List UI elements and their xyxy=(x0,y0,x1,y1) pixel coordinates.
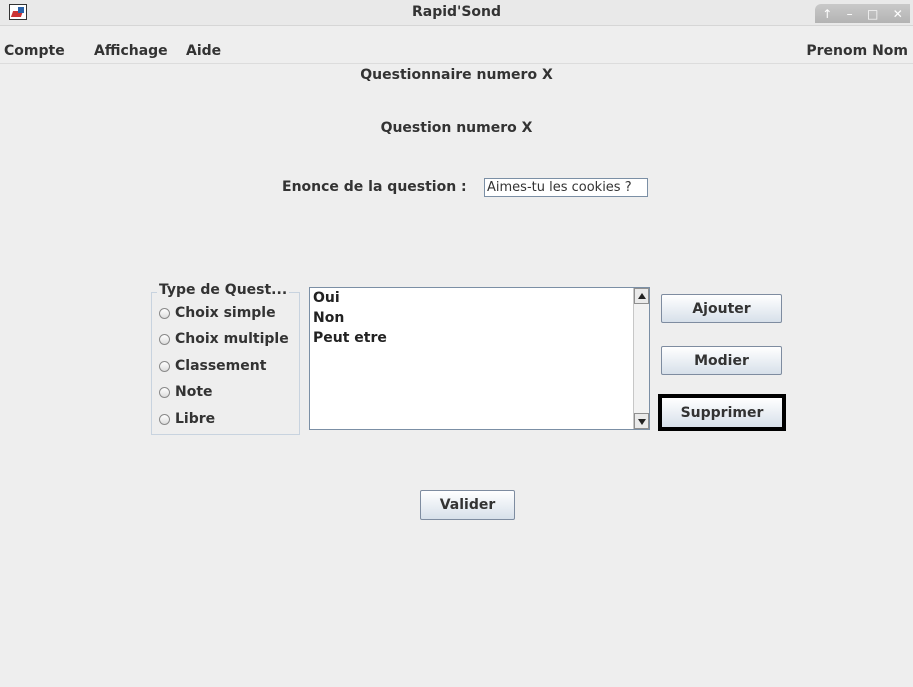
radio-circle-icon xyxy=(159,333,170,345)
radio-circle-icon xyxy=(159,307,170,319)
list-item[interactable]: Peut etre xyxy=(313,330,387,346)
questionnaire-title: Questionnaire numero X xyxy=(360,67,553,83)
menu-compte[interactable]: Compte xyxy=(4,43,65,59)
radio-choix-multiple[interactable]: Choix multiple xyxy=(159,331,289,347)
scroll-up-arrow-icon[interactable] xyxy=(634,288,649,304)
radio-choix-simple[interactable]: Choix simple xyxy=(159,305,276,321)
menu-bar: Compte Affichage Aide Prenom Nom xyxy=(0,41,913,64)
list-item[interactable]: Non xyxy=(313,310,344,326)
validate-button[interactable]: Valider xyxy=(420,490,515,520)
maximize-icon[interactable]: □ xyxy=(867,7,878,21)
menu-affichage[interactable]: Affichage xyxy=(94,43,168,59)
user-menu[interactable]: Prenom Nom xyxy=(806,43,908,59)
modify-button[interactable]: Modier xyxy=(661,346,782,375)
radio-circle-icon xyxy=(159,360,170,372)
enonce-label: Enonce de la question : xyxy=(282,179,467,195)
window-title: Rapid'Sond xyxy=(411,4,502,20)
add-button[interactable]: Ajouter xyxy=(661,294,782,323)
question-title: Question numero X xyxy=(380,120,533,136)
list-item[interactable]: Oui xyxy=(313,290,340,306)
menu-aide[interactable]: Aide xyxy=(186,43,221,59)
radio-classement[interactable]: Classement xyxy=(159,358,266,374)
minimize-icon[interactable]: – xyxy=(847,7,853,21)
radio-label: Choix simple xyxy=(175,305,276,321)
radio-note[interactable]: Note xyxy=(159,384,213,400)
delete-button[interactable]: Supprimer xyxy=(658,394,786,431)
answers-list[interactable]: Oui Non Peut etre xyxy=(309,287,650,430)
close-icon[interactable]: ✕ xyxy=(893,7,903,21)
window-controls: ↑ – □ ✕ xyxy=(815,4,910,23)
vertical-scrollbar[interactable] xyxy=(633,288,649,429)
radio-label: Choix multiple xyxy=(175,331,289,347)
enonce-input[interactable]: Aimes-tu les cookies ? xyxy=(484,178,648,197)
title-bar: Rapid'Sond ↑ – □ ✕ xyxy=(0,0,913,26)
radio-circle-icon xyxy=(159,386,170,398)
scroll-down-arrow-icon[interactable] xyxy=(634,413,649,429)
radio-label: Classement xyxy=(175,358,267,374)
restore-up-icon[interactable]: ↑ xyxy=(822,7,832,21)
radio-circle-icon xyxy=(159,413,170,425)
radio-label: Note xyxy=(175,384,213,400)
radio-label: Libre xyxy=(175,411,216,427)
radio-libre[interactable]: Libre xyxy=(159,411,215,427)
question-type-title: Type de Quest... xyxy=(157,282,290,298)
